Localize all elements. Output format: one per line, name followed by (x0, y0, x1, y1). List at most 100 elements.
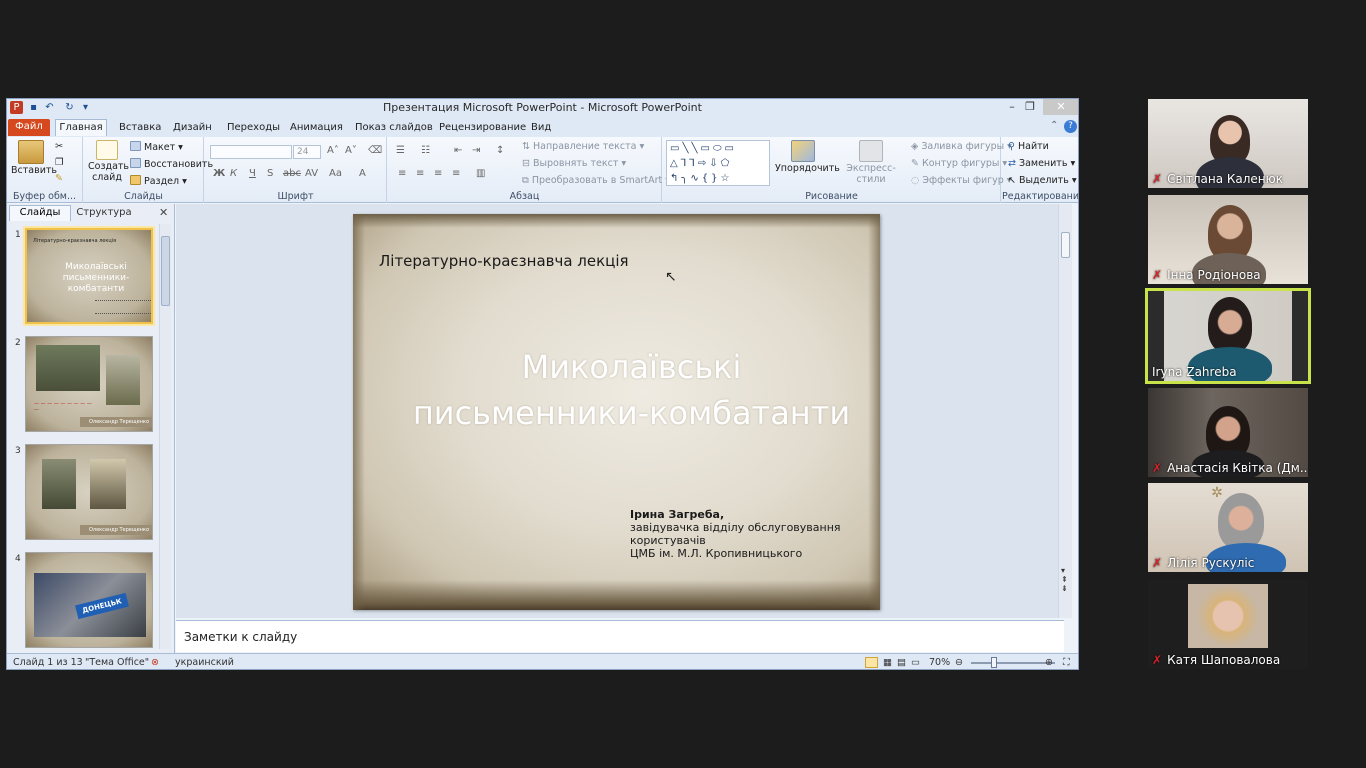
arrange-button[interactable]: Упорядочить (775, 140, 840, 174)
slides-panel: Слайды Структура ✕ 1 Літературно-краєзна… (7, 204, 175, 653)
bullets-icon[interactable]: ☰ (396, 145, 405, 156)
cut-icon[interactable]: ✂ (55, 141, 63, 152)
shapes-gallery[interactable]: ▭╲╲▭⬭▭ △⅂⅂⇨⇩⬠ ↰╮∿{}☆ (666, 140, 770, 186)
current-slide[interactable]: Літературно-краєзнавча лекція Миколаївсь… (353, 214, 880, 610)
align-left-icon[interactable]: ≡ (398, 168, 406, 179)
copy-icon[interactable]: ❐ (55, 157, 64, 168)
italic-icon[interactable]: К (230, 168, 237, 179)
tab-animations[interactable]: Анимация (290, 120, 343, 137)
tab-view[interactable]: Вид (531, 120, 551, 137)
participant-tile-2[interactable]: ✗ Інна Родіонова (1148, 195, 1308, 284)
spellcheck-icon[interactable]: ⊗ (151, 657, 159, 668)
find-button[interactable]: ⚲ Найти (1008, 141, 1049, 152)
align-center-icon[interactable]: ≡ (416, 168, 424, 179)
maximize-button[interactable]: ❐ (1015, 99, 1045, 115)
scroll-thumb[interactable] (1061, 232, 1070, 258)
numbering-icon[interactable]: ☷ (421, 145, 430, 156)
change-case-icon[interactable]: Aa (329, 168, 342, 179)
columns-icon[interactable]: ▥ (476, 168, 485, 179)
slide-scrollbar[interactable]: ▾ ⇞ ⇟ (1058, 204, 1072, 618)
tab-slides[interactable]: Слайды (9, 205, 71, 221)
layout-button[interactable]: Макет ▾ (130, 141, 183, 153)
zoom-out-icon[interactable]: ⊖ (955, 657, 963, 668)
section-button[interactable]: Раздел ▾ (130, 175, 187, 187)
participant-photo (1188, 584, 1268, 648)
increase-indent-icon[interactable]: ⇥ (472, 145, 480, 156)
muted-mic-icon: ✗ (1152, 653, 1163, 667)
line-spacing-icon[interactable]: ↕ (496, 145, 504, 156)
grow-font-icon[interactable]: A˄ (327, 145, 339, 156)
spacing-icon[interactable]: AV (305, 168, 318, 179)
smartart-button[interactable]: ⧉ Преобразовать в SmartArt ▾ (522, 175, 670, 186)
scroll-thumb[interactable] (161, 236, 170, 306)
tab-transitions[interactable]: Переходы (227, 120, 280, 137)
close-panel-icon[interactable]: ✕ (159, 206, 168, 219)
normal-view-icon[interactable] (865, 657, 878, 668)
font-size-field[interactable]: 24 (293, 145, 321, 159)
participant-tile-6[interactable]: ✗ Катя Шаповалова (1148, 580, 1308, 669)
quick-styles-button[interactable]: Экспресс-стили (837, 140, 905, 185)
zoom-slider-handle[interactable] (991, 657, 997, 668)
shape-effects-button[interactable]: ◌ Эффекты фигур ▾ (911, 175, 1012, 186)
reset-button[interactable]: Восстановить (130, 158, 213, 170)
participant-tile-5[interactable]: ✲ ✗ Лілія Рускуліс (1148, 483, 1308, 572)
replace-button[interactable]: ⇄ Заменить ▾ (1008, 158, 1075, 169)
slide-sorter-icon[interactable]: ▦ (883, 657, 892, 668)
tab-outline[interactable]: Структура (73, 206, 135, 221)
strikethrough-icon[interactable]: abc (283, 168, 301, 179)
zoom-level[interactable]: 70% (929, 657, 950, 668)
text-direction-button[interactable]: ⇅ Направление текста ▾ (522, 141, 644, 152)
help-icon[interactable]: ? (1064, 120, 1077, 133)
zoom-in-icon[interactable]: ⊕ (1045, 657, 1053, 668)
notes-pane[interactable]: Заметки к слайду (176, 620, 1064, 652)
panel-tabs: Слайды Структура ✕ (7, 204, 174, 221)
justify-icon[interactable]: ≡ (452, 168, 460, 179)
smartart-icon: ⧉ (522, 175, 532, 186)
participant-face (1208, 297, 1252, 353)
shrink-font-icon[interactable]: A˅ (345, 145, 357, 156)
tab-home[interactable]: Главная (55, 119, 107, 136)
participant-tile-4[interactable]: ✗ Анастасія Квітка (Дм... (1148, 388, 1308, 477)
slide-thumbnail-4[interactable]: ДОНЕЦЬК (25, 552, 153, 648)
reading-view-icon[interactable]: ▤ (897, 657, 906, 668)
slide-thumbnail-1[interactable]: Літературно-краєзнавча лекція Миколаївсь… (25, 228, 153, 324)
collapse-ribbon-icon[interactable]: ⌃ (1050, 120, 1058, 131)
reset-label: Восстановить (144, 159, 214, 170)
slide-thumbnail-2[interactable]: — — — — — — — — — — Олександр Терещенко (25, 336, 153, 432)
paste-button[interactable]: Вставить (11, 140, 57, 176)
shape-fill-button[interactable]: ◈ Заливка фигуры ▾ (911, 141, 1012, 152)
thumbnail-title-line1: Миколаївські (65, 262, 127, 272)
underline-icon[interactable]: Ч (249, 168, 256, 179)
tab-slideshow[interactable]: Показ слайдов (355, 120, 433, 137)
align-right-icon[interactable]: ≡ (434, 168, 442, 179)
format-painter-icon[interactable]: ✎ (55, 173, 63, 184)
muted-mic-icon: ✗ (1152, 172, 1163, 186)
font-color-icon[interactable]: A (359, 168, 366, 179)
participant-tile-1[interactable]: ✗ Світлана Каленюк (1148, 99, 1308, 188)
decrease-indent-icon[interactable]: ⇤ (454, 145, 462, 156)
tab-file[interactable]: Файл (8, 119, 50, 136)
participant-tile-3[interactable]: Iryna Zahreba (1145, 288, 1311, 384)
new-slide-button[interactable]: Создать слайд (88, 140, 129, 183)
tab-review[interactable]: Рецензирование (439, 120, 526, 137)
tab-design[interactable]: Дизайн (173, 120, 212, 137)
tab-insert[interactable]: Вставка (119, 120, 161, 137)
close-button[interactable]: ✕ (1043, 99, 1078, 115)
participant-label: ✗ Інна Родіонова (1152, 268, 1261, 282)
slides-panel-scrollbar[interactable] (159, 224, 171, 649)
slide-subtitle[interactable]: Літературно-краєзнавча лекція (379, 252, 629, 270)
fit-to-window-icon[interactable]: ⛶ (1063, 657, 1070, 668)
slideshow-icon[interactable]: ▭ (911, 657, 920, 668)
shadow-icon[interactable]: S (267, 168, 273, 179)
slide-title[interactable]: Миколаївські письменники-комбатанти (353, 344, 880, 436)
bold-icon[interactable]: Ж (213, 168, 225, 179)
author-block[interactable]: Ірина Загреба, завідувачка відділу обслу… (630, 508, 841, 560)
zoom-slider[interactable] (971, 662, 1055, 664)
scroll-arrows-icon[interactable]: ▾ ⇞ ⇟ (1061, 566, 1068, 593)
clear-format-icon[interactable]: ⌫ (368, 145, 382, 156)
shape-outline-button[interactable]: ✎ Контур фигуры ▾ (911, 158, 1007, 169)
align-text-button[interactable]: ⊟ Выровнять текст ▾ (522, 158, 626, 169)
slide-thumbnail-3[interactable]: Олександр Терещенко (25, 444, 153, 540)
font-name-field[interactable] (210, 145, 292, 159)
select-button[interactable]: ↖ Выделить ▾ (1008, 175, 1077, 186)
